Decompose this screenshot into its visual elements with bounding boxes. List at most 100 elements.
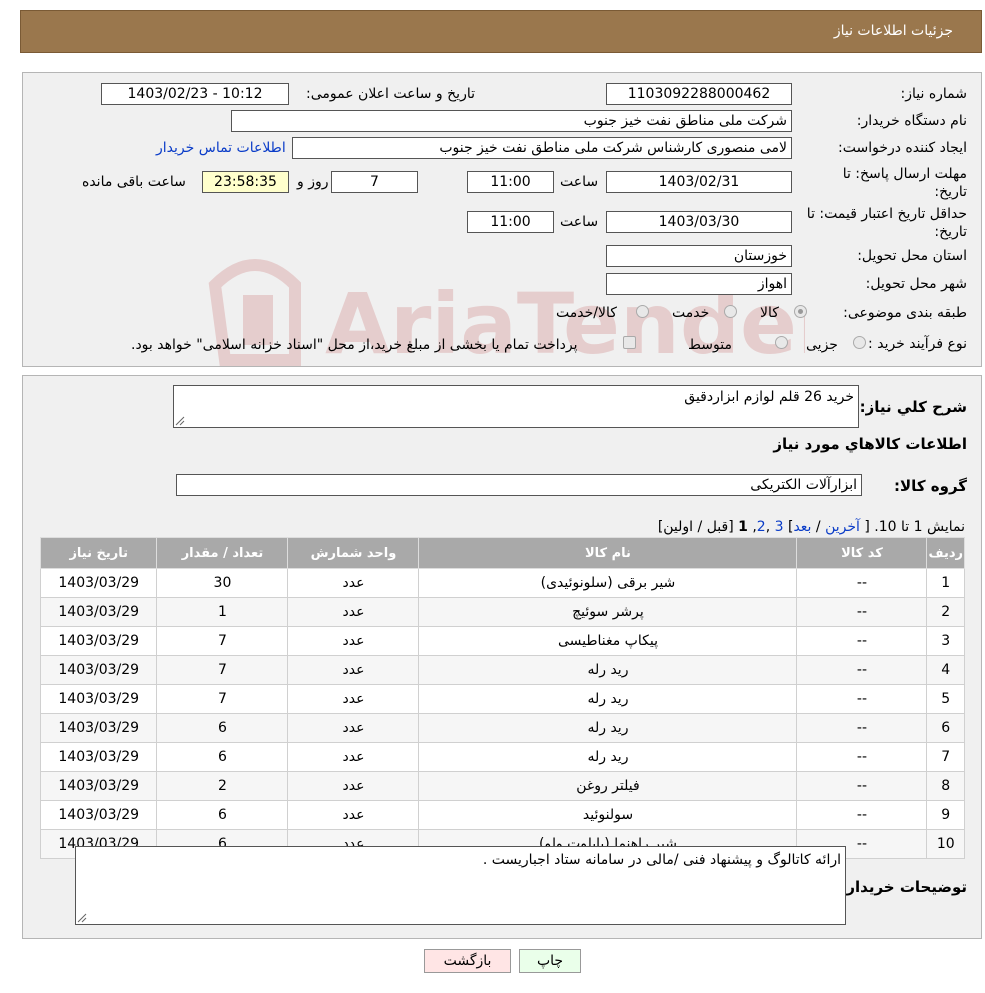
pagination-next-link[interactable]: بعد [793,519,811,535]
cell-row-number: 10 [926,829,965,859]
cell-quantity: 6 [156,742,289,772]
city-label: شهر محل تحویل: [865,276,967,292]
category-radio-service[interactable] [724,305,737,318]
pagination-open: [ [864,519,870,535]
back-button[interactable]: بازگشت [424,949,511,973]
buyer-notes-label: توضیحات خریدار: [840,878,967,896]
summary-label: شرح کلي نياز: [859,398,967,416]
cell-row-number: 9 [926,800,965,830]
print-button[interactable]: چاپ [519,949,581,973]
cell-quantity: 6 [156,800,289,830]
col-quantity: تعداد / مقدار [156,537,289,569]
treasury-checkbox[interactable] [623,336,636,349]
cell-need-date: 1403/03/29 [39,684,158,714]
cell-quantity: 7 [156,626,289,656]
cell-row-number: 3 [926,626,965,656]
category-radio-goods[interactable] [794,305,807,318]
cell-unit: عدد [287,800,420,830]
cell-quantity: 6 [156,713,289,743]
category-option-goods: کالا [760,305,779,321]
deadline-date-field: 1403/02/31 [606,171,792,193]
goods-table: ردیف کد کالا نام کالا واحد شمارش تعداد /… [39,537,965,859]
cell-unit: عدد [287,684,420,714]
cell-row-number: 4 [926,655,965,685]
province-field: خوزستان [606,245,792,267]
cell-row-number: 6 [926,713,965,743]
cell-unit: عدد [287,568,420,598]
buyer-contact-link[interactable]: اطلاعات تماس خریدار [156,140,286,156]
buyer-org-field: شرکت ملی مناطق نفت خیز جنوب [231,110,792,132]
table-row: 4 -- رید رله عدد 7 1403/03/29 [39,655,965,685]
table-row: 6 -- رید رله عدد 6 1403/03/29 [39,713,965,743]
cell-goods-code: -- [796,742,928,772]
cell-row-number: 2 [926,597,965,627]
process-option-minor: جزیی [806,337,838,353]
city-field: اهواز [606,273,792,295]
cell-goods-name: رید رله [418,684,798,714]
requester-label: ایجاد کننده درخواست: [838,140,967,156]
pagination-page-2[interactable]: 2 [757,519,766,535]
pagination-showing: نمایش 1 تا 10. [874,519,965,535]
price-validity-label-2: تاریخ: [934,224,967,240]
need-number-field: 1103092288000462 [606,83,792,105]
cell-goods-code: -- [796,684,928,714]
process-type-label: نوع فرآیند خرید : [868,336,967,352]
goods-info-heading: اطلاعات کالاهاي مورد نياز [773,435,967,453]
cell-unit: عدد [287,626,420,656]
remaining-time-label: ساعت باقی مانده [82,174,186,190]
cell-unit: عدد [287,597,420,627]
announce-datetime-label: تاریخ و ساعت اعلان عمومی: [306,86,475,102]
cell-unit: عدد [287,655,420,685]
pagination-last-link[interactable]: آخرین [825,519,860,535]
cell-quantity: 7 [156,655,289,685]
cell-need-date: 1403/03/29 [39,742,158,772]
cell-row-number: 1 [926,568,965,598]
table-row: 7 -- رید رله عدد 6 1403/03/29 [39,742,965,772]
process-option-medium: متوسط [688,337,732,353]
goods-group-field: ابزارآلات الکتریکی [176,474,862,496]
validity-date-field: 1403/03/30 [606,211,792,233]
cell-need-date: 1403/03/29 [39,655,158,685]
cell-goods-name: پرشر سوئیچ [418,597,798,627]
category-option-service: خدمت [672,305,710,321]
cell-goods-name: رید رله [418,742,798,772]
cell-goods-name: رید رله [418,655,798,685]
page-title: جزئیات اطلاعات نیاز [833,23,953,39]
deadline-time-field: 11:00 [467,171,554,193]
col-need-date: تاریخ نیاز [39,537,158,569]
pagination: نمایش 1 تا 10. [ آخرین / بعد] 3 ,2, 1 [ق… [658,519,965,535]
page-header: جزئیات اطلاعات نیاز [20,10,982,53]
resize-grip-icon[interactable] [77,913,87,923]
cell-goods-code: -- [796,597,928,627]
cell-goods-name: پیکاپ مغناطیسی [418,626,798,656]
table-row: 3 -- پیکاپ مغناطیسی عدد 7 1403/03/29 [39,626,965,656]
resize-grip-icon[interactable] [175,416,185,426]
cell-goods-code: -- [796,655,928,685]
deadline-time-label: ساعت [560,174,599,190]
validity-time-field: 11:00 [467,211,554,233]
cell-goods-name: رید رله [418,713,798,743]
pagination-prev-first: [قبل / اولین] [657,519,734,535]
table-header-row: ردیف کد کالا نام کالا واحد شمارش تعداد /… [39,537,965,569]
category-radio-both[interactable] [636,305,649,318]
requester-field: لامی منصوری کارشناس شرکت ملی مناطق نفت خ… [292,137,792,159]
deadline-label-2: تاریخ: [934,184,967,200]
table-row: 9 -- سولنوئید عدد 6 1403/03/29 [39,800,965,830]
pagination-page-3[interactable]: 3 [775,519,784,535]
cell-unit: عدد [287,713,420,743]
buyer-notes-textarea[interactable]: ارائه کاتالوگ و پیشنهاد فنی /مالی در سام… [75,846,846,925]
table-row: 2 -- پرشر سوئیچ عدد 1 1403/03/29 [39,597,965,627]
table-row: 8 -- فیلتر روغن عدد 2 1403/03/29 [39,771,965,801]
category-option-both: کالا/خدمت [556,305,617,321]
payment-note: پرداخت تمام یا بخشی از مبلغ خرید،از محل … [131,337,578,353]
process-radio-medium[interactable] [775,336,788,349]
pagination-sep: / [815,519,821,535]
cell-row-number: 5 [926,684,965,714]
cell-row-number: 8 [926,771,965,801]
need-number-label: شماره نیاز: [900,86,968,102]
process-radio-minor[interactable] [853,336,866,349]
cell-need-date: 1403/03/29 [39,800,158,830]
summary-textarea[interactable]: خرید 26 قلم لوازم ابزاردقیق [173,385,859,428]
cell-need-date: 1403/03/29 [39,597,158,627]
col-goods-code: کد کالا [796,537,928,569]
